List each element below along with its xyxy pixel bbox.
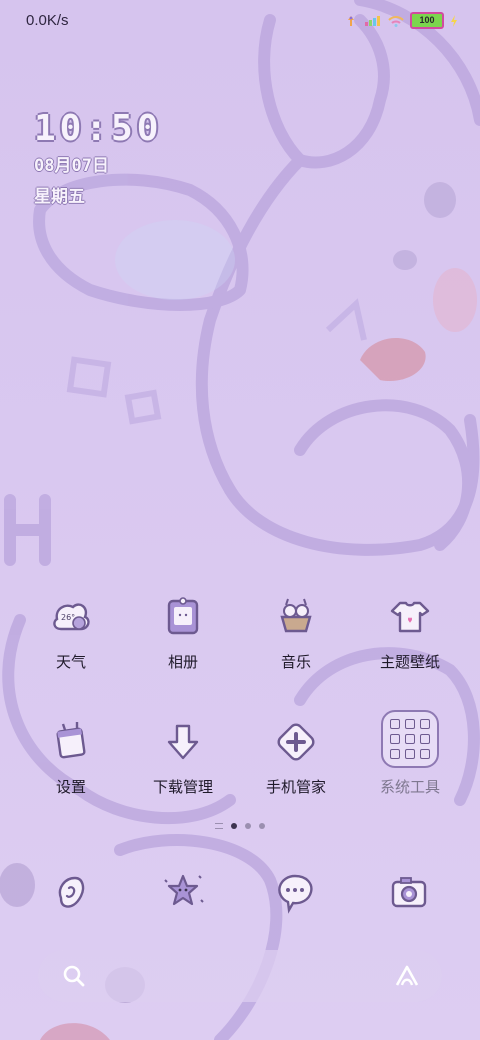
app-settings[interactable]: 设置 [16,718,126,797]
battery-level: 100 [419,15,435,25]
app-weather-label: 天气 [55,654,86,671]
themes-icon [390,601,430,633]
folder-system-tools-label: 系统工具 [379,779,440,796]
page-indicator[interactable] [0,823,480,829]
app-music[interactable]: 音乐 [241,593,351,672]
gallery-icon [167,597,199,635]
app-music-label: 音乐 [280,654,311,671]
page-dot-3[interactable] [259,823,265,829]
download-icon [167,724,199,760]
network-speed: 0.0K/s [26,12,69,29]
assistant-icon[interactable] [394,964,420,988]
page-dot-2[interactable] [245,823,251,829]
app-gallery[interactable]: 相册 [128,593,238,672]
sim-signal-icon [365,15,380,26]
camera-icon[interactable] [385,868,433,916]
messages-icon[interactable] [271,868,319,916]
wifi-icon [388,15,404,27]
charging-icon [451,14,457,27]
settings-icon [56,722,86,759]
page-list-icon[interactable] [215,823,223,829]
app-weather[interactable]: 26° 天气 [16,593,126,672]
app-phone-manager-label: 手机管家 [265,779,326,796]
status-icons: 100 [344,12,458,29]
browser-icon[interactable] [159,868,207,916]
clock-weekday: 星期五 [34,187,85,207]
folder-icon [381,710,439,768]
app-downloads-label: 下载管理 [152,779,213,796]
music-icon [280,598,312,633]
app-themes[interactable]: 主题壁纸 [355,593,465,672]
weather-icon: 26° [53,603,90,631]
app-phone-manager[interactable]: 手机管家 [241,718,351,797]
clock-time: 10:50 [34,108,163,149]
clock-date: 08月07日 [34,156,109,176]
battery-icon: 100 [410,12,444,29]
status-bar: 0.0K/s 100 [0,0,480,42]
security-icon [277,723,315,761]
search-bar[interactable] [38,950,442,1002]
clock-widget[interactable]: 10:50 08月07日 星期五 [34,108,162,207]
app-settings-label: 设置 [55,779,86,796]
search-icon[interactable] [62,964,86,988]
app-themes-label: 主题壁纸 [379,654,440,671]
usb-debug-icon [348,15,354,26]
phone-icon[interactable] [47,868,95,916]
app-gallery-label: 相册 [167,654,198,671]
app-downloads[interactable]: 下载管理 [128,718,238,797]
page-dot-1[interactable] [231,823,237,829]
folder-system-tools[interactable]: 系统工具 [355,710,465,797]
